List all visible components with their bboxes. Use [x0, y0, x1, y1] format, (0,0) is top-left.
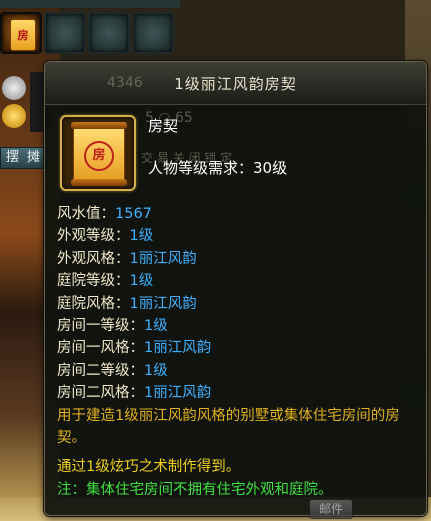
mail-button[interactable]: 邮件 — [309, 499, 353, 519]
tooltip-header: 4346 1级丽江风韵房契 — [45, 62, 426, 105]
attribute-key: 房间二风格： — [57, 385, 144, 402]
attribute-key: 房间一等级： — [57, 317, 144, 334]
deed-mini-icon: 房 — [10, 19, 36, 51]
item-note: 注：集体住宅房间不拥有住宅外观和庭院。 — [57, 482, 333, 498]
attribute-key: 房间二等级： — [57, 362, 144, 379]
attribute-row: 房间二风格：1丽江风韵 — [57, 382, 211, 404]
gold-coin-icon — [2, 104, 26, 128]
attribute-key: 庭院风格： — [57, 295, 130, 312]
attribute-value: 1级 — [129, 273, 154, 290]
deed-seal-icon: 房 — [84, 141, 114, 171]
attribute-key: 庭院等级： — [57, 273, 130, 290]
inventory-slot[interactable] — [44, 12, 86, 54]
attribute-value: 1级 — [144, 362, 168, 379]
attribute-key: 外观等级： — [57, 228, 130, 245]
attribute-row: 庭院风格：1丽江风韵 — [57, 293, 211, 315]
attribute-row: 风水值：1567 — [57, 203, 211, 225]
silver-coin-icon — [2, 76, 26, 100]
attribute-row: 庭院等级：1级 — [57, 270, 211, 292]
level-requirement: 人物等级需求：30级 — [148, 159, 288, 177]
stall-button[interactable]: 摆 摊 — [0, 147, 48, 169]
attribute-value: 1丽江风韵 — [129, 250, 197, 267]
item-description: 用于建造1级丽江风韵风格的别墅或集体住宅房间的房契。 — [57, 408, 400, 447]
deed-scroll-icon: 房 — [71, 122, 127, 186]
inventory-slot-deed[interactable]: 房 — [0, 12, 42, 54]
inventory-top-strip — [0, 0, 180, 8]
attribute-value: 1级 — [144, 317, 168, 334]
attribute-key: 房间一风格： — [57, 340, 144, 357]
inventory-slot[interactable] — [88, 12, 130, 54]
item-name: 房契 — [148, 117, 179, 135]
attribute-value: 1567 — [115, 206, 152, 222]
attribute-row: 房间一风格：1丽江风韵 — [57, 337, 211, 359]
attribute-row: 外观等级：1级 — [57, 225, 211, 247]
item-icon-frame: 房 — [60, 115, 136, 191]
item-title: 1级丽江风韵房契 — [174, 75, 297, 93]
attribute-key: 风水值： — [57, 206, 115, 222]
inventory-slot[interactable] — [132, 12, 174, 54]
attribute-value: 1丽江风韵 — [144, 340, 212, 357]
attribute-row: 房间二等级：1级 — [57, 360, 211, 382]
attribute-value: 1丽江风韵 — [144, 385, 212, 402]
attribute-value: 1丽江风韵 — [129, 295, 197, 312]
attribute-row: 外观风格：1丽江风韵 — [57, 248, 211, 270]
item-source: 通过1级炫巧之术制作得到。 — [57, 459, 241, 475]
attribute-value: 1级 — [129, 228, 154, 245]
attribute-key: 外观风格： — [57, 250, 130, 267]
attribute-list: 风水值：1567 外观等级：1级 外观风格：1丽江风韵 庭院等级：1级 庭院风格… — [57, 203, 211, 405]
attribute-row: 房间一等级：1级 — [57, 315, 211, 337]
